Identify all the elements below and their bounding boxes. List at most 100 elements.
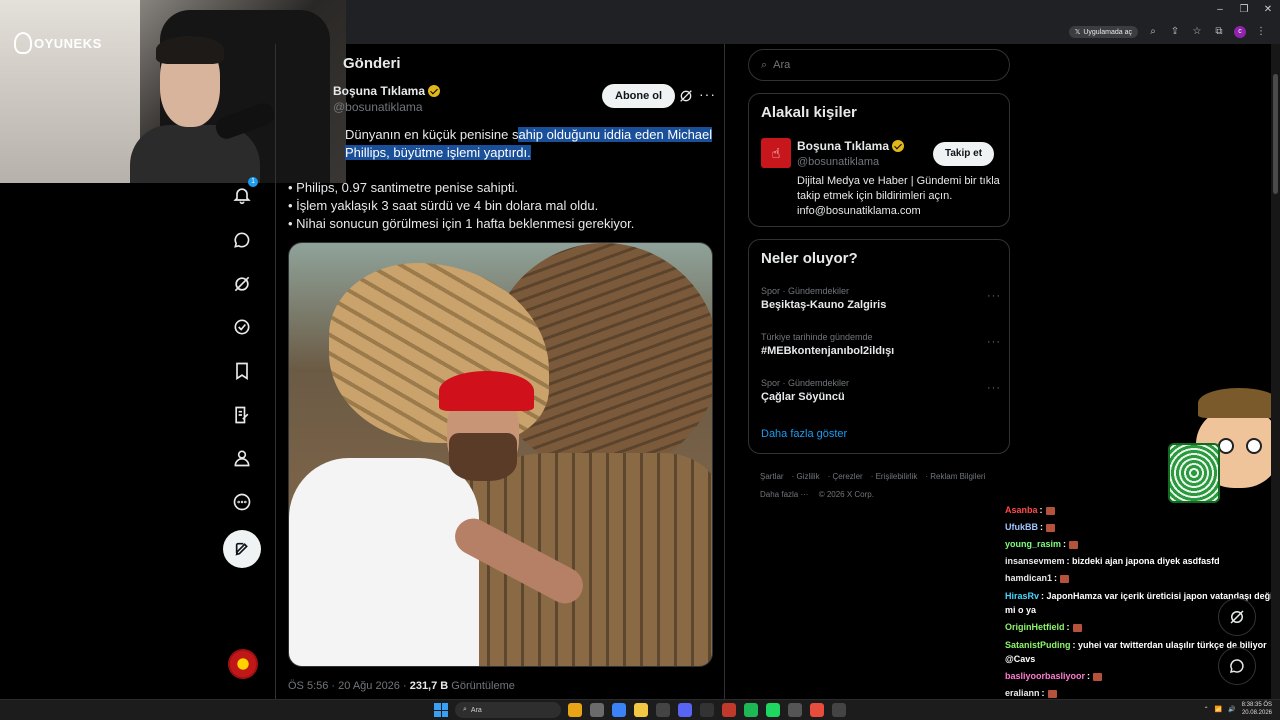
chat-username[interactable]: basliyoorbasliyoor (1005, 671, 1085, 681)
post-column: Gönderi Boşuna Tıklama @bosunatiklama Ab… (275, 44, 724, 720)
share-icon[interactable]: ⇪ (1168, 25, 1182, 39)
trend-meta: Spor · Gündemdekiler (761, 286, 850, 296)
trend-more-icon[interactable]: ··· (987, 336, 1001, 348)
chat-username[interactable]: OriginHetfield (1005, 622, 1065, 632)
mascot-eye (1218, 438, 1234, 454)
post-image[interactable] (288, 242, 713, 667)
author-handle[interactable]: @bosunatiklama (333, 100, 440, 114)
trend-meta: Spor · Gündemdekiler (761, 378, 850, 388)
chat-message: Asanba: (1005, 502, 1280, 519)
show-more-link[interactable]: Daha fazla göster (761, 428, 847, 440)
bookmark-star-icon[interactable]: ☆ (1190, 25, 1204, 39)
restore-icon[interactable]: ❐ (1232, 0, 1256, 20)
chat-message: hamdican1: (1005, 570, 1280, 587)
chat-username[interactable]: insansevmem (1005, 556, 1065, 566)
search-icon: ⌕ (761, 58, 768, 71)
webcam-background (0, 0, 140, 183)
file-explorer-icon[interactable] (634, 703, 648, 717)
chat-username[interactable]: Asanba (1005, 505, 1038, 515)
trends-title: Neler oluyor? (761, 250, 858, 267)
footer-link[interactable]: Erişilebilirlik (876, 472, 918, 481)
app-icon[interactable] (744, 703, 758, 717)
browser-menu-icon[interactable]: ⋮ (1254, 25, 1268, 39)
chat-username[interactable]: HirasRv (1005, 591, 1039, 601)
nav-profile[interactable] (230, 446, 254, 470)
compose-post-button[interactable] (223, 530, 261, 568)
verified-icon (428, 85, 441, 97)
floating-grok-button[interactable] (1218, 598, 1256, 636)
chat-username[interactable]: hamdican1 (1005, 573, 1052, 583)
related-handle[interactable]: @bosunatiklama (797, 156, 879, 168)
bullet-item: • İşlem yaklaşık 3 saat sürdü ve 4 bin d… (288, 198, 599, 213)
verified-icon (892, 140, 905, 152)
footer-link[interactable]: Gizlilik (796, 472, 819, 481)
open-in-app-button[interactable]: 𝕏 Uygulamada aç (1068, 26, 1138, 38)
volume-icon[interactable]: 🔊 (1228, 706, 1235, 713)
profile-avatar[interactable]: c (1234, 26, 1246, 38)
app-icon[interactable] (700, 703, 714, 717)
account-avatar[interactable] (228, 649, 258, 679)
chrome-app-icon[interactable] (568, 703, 582, 717)
spotify-icon[interactable] (766, 703, 780, 717)
scrollbar-thumb[interactable] (1273, 74, 1278, 194)
search-bar[interactable]: ⌕ (748, 49, 1010, 81)
footer-link[interactable]: Çerezler (832, 472, 862, 481)
system-clock[interactable]: 8:38:35 ÖS 20.08.2026 (1242, 701, 1272, 717)
follow-button[interactable]: Takip et (933, 142, 995, 166)
grok-explain-icon[interactable] (678, 88, 694, 104)
search-icon: ⌕ (463, 706, 467, 713)
chat-bubble-icon (234, 232, 250, 248)
stream-mascot (1168, 388, 1280, 503)
close-icon[interactable]: ✕ (1256, 0, 1280, 20)
app-icon[interactable] (832, 703, 846, 717)
page-scrollbar[interactable] (1271, 44, 1280, 700)
subscribe-button[interactable]: Abone ol (602, 84, 676, 108)
trend-item[interactable]: Türkiye tarihinde gündemde #MEBkontenjan… (761, 332, 1001, 357)
chat-username[interactable]: SatanistPuding (1005, 640, 1071, 650)
tray-chevron-icon[interactable]: ⌃ (1204, 706, 1209, 713)
post-time[interactable]: ÖS 5:56 · 20 Ağu 2026 · (288, 680, 410, 692)
app-icon[interactable] (656, 703, 670, 717)
app-icon[interactable] (722, 703, 736, 717)
chat-username[interactable]: eraliann (1005, 688, 1040, 698)
nav-messages[interactable] (230, 228, 254, 252)
author-name[interactable]: Boşuna Tıklama (333, 84, 425, 98)
footer-link[interactable]: Şartlar (760, 472, 784, 481)
edit-document-icon (235, 406, 249, 424)
related-name[interactable]: Boşuna Tıklama (797, 139, 889, 153)
nav-more[interactable] (230, 490, 254, 514)
nav-premium[interactable] (230, 315, 254, 339)
nav-articles[interactable] (230, 403, 254, 427)
related-name-row[interactable]: Boşuna Tıklama (797, 139, 905, 153)
app-icon[interactable] (810, 703, 824, 717)
floating-messages-button[interactable] (1218, 647, 1256, 685)
chat-username[interactable]: young_rasim (1005, 539, 1061, 549)
trend-more-icon[interactable]: ··· (987, 290, 1001, 302)
footer-link[interactable]: Daha fazla ··· (760, 490, 808, 499)
footer-link[interactable]: Reklam Bilgileri (930, 472, 985, 481)
zoom-icon[interactable]: ⌕ (1146, 25, 1160, 39)
search-input[interactable] (773, 59, 974, 71)
trend-more-icon[interactable]: ··· (987, 382, 1001, 394)
clock-date: 20.08.2026 (1241, 710, 1272, 716)
nav-grok[interactable] (230, 272, 254, 296)
extensions-icon[interactable]: ⧉ (1212, 25, 1226, 39)
related-avatar[interactable]: ☝ (761, 138, 791, 168)
app-icon[interactable] (788, 703, 802, 717)
taskbar-search-placeholder: Ara (470, 706, 482, 714)
post-author[interactable]: Boşuna Tıklama @bosunatiklama (333, 84, 441, 114)
nav-notifications[interactable]: 1 (230, 177, 258, 207)
app-icon[interactable] (612, 703, 626, 717)
more-options-icon[interactable]: ··· (699, 86, 716, 102)
network-icon[interactable]: 📶 (1215, 706, 1222, 713)
trend-item[interactable]: Spor · Gündemdekiler Çağlar Söyüncü ··· (761, 378, 1001, 403)
chat-username[interactable]: UfukBB (1005, 522, 1038, 532)
trend-item[interactable]: Spor · Gündemdekiler Beşiktaş-Kauno Zalg… (761, 286, 1001, 311)
windows-start-icon[interactable] (434, 703, 448, 717)
minimize-icon[interactable]: – (1208, 0, 1232, 20)
open-in-app-label: Uygulamada aç (1083, 28, 1132, 36)
app-icon[interactable] (590, 703, 604, 717)
nav-bookmarks[interactable] (230, 359, 254, 383)
discord-icon[interactable] (678, 703, 692, 717)
taskbar-search[interactable]: ⌕ Ara (455, 702, 561, 718)
